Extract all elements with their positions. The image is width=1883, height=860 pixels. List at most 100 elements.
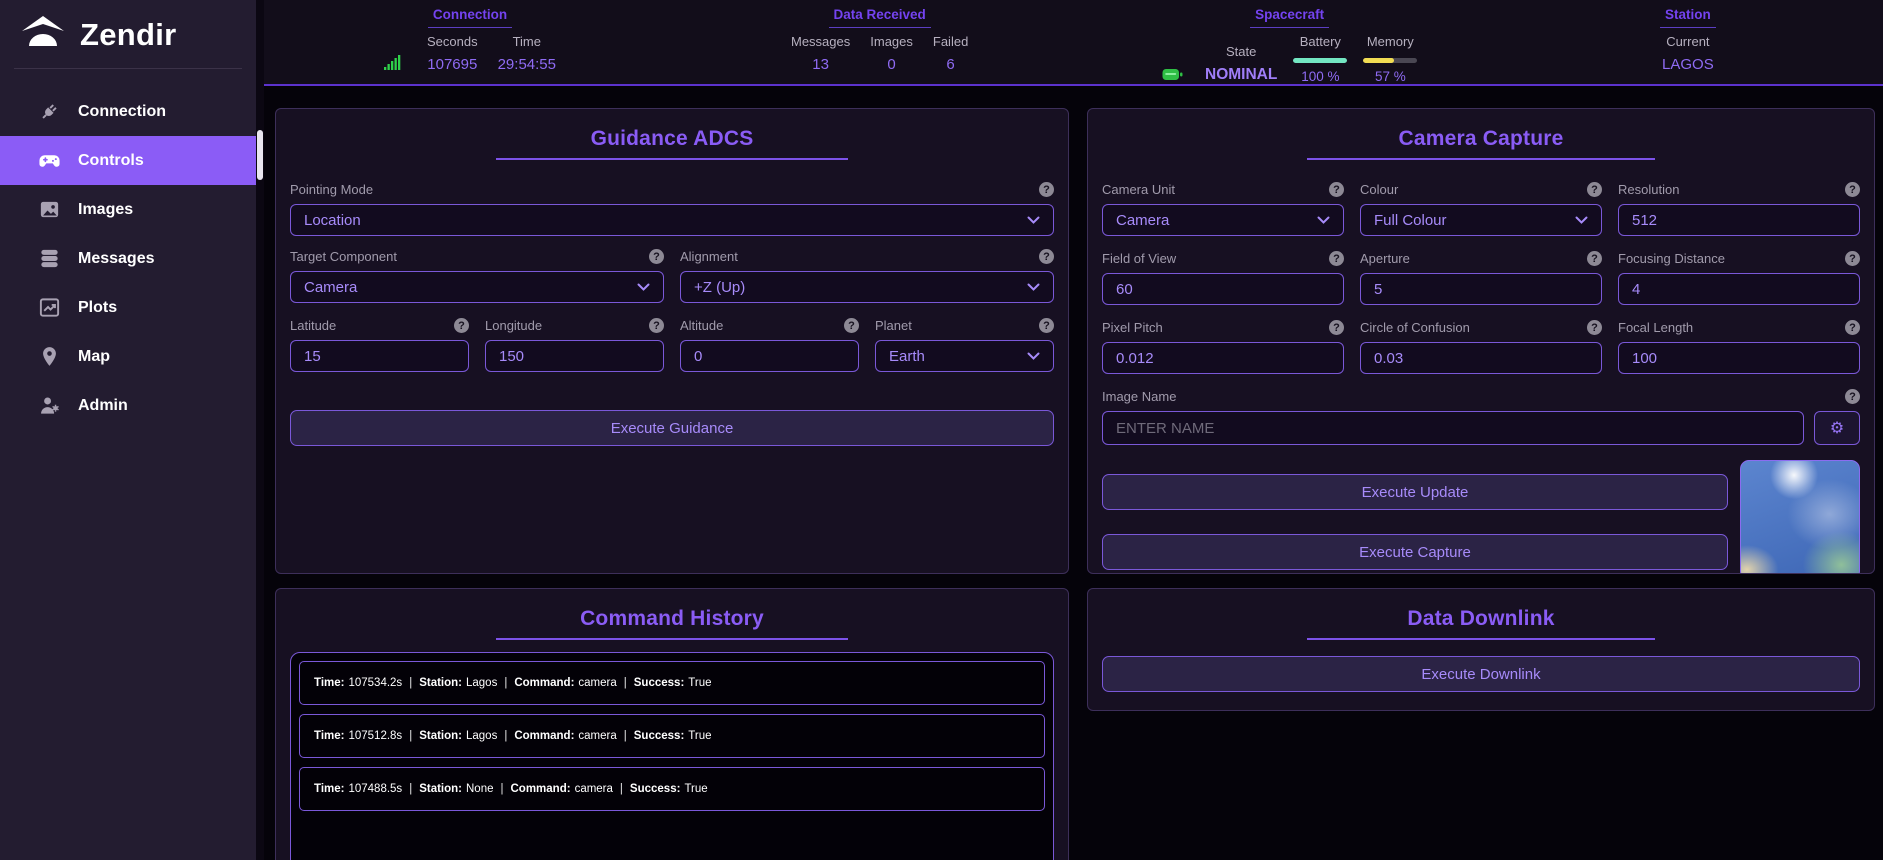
target-component-field: Target Component ? Camera	[290, 248, 664, 303]
help-icon[interactable]: ?	[1845, 251, 1860, 266]
help-icon[interactable]: ?	[1845, 389, 1860, 404]
scrollbar-thumb[interactable]	[257, 130, 263, 180]
sidebar-item-images[interactable]: Images	[0, 185, 256, 234]
execute-update-button[interactable]: Execute Update	[1102, 474, 1728, 510]
auto-name-button[interactable]: ⚙	[1814, 411, 1860, 445]
resolution-input[interactable]	[1618, 204, 1860, 236]
admin-user-icon	[38, 394, 61, 417]
help-icon[interactable]: ?	[1329, 182, 1344, 197]
data-downlink-title: Data Downlink	[1102, 607, 1860, 631]
help-icon[interactable]: ?	[649, 249, 664, 264]
sidebar-item-label: Connection	[78, 103, 166, 121]
sidebar-item-messages[interactable]: Messages	[0, 234, 256, 283]
help-icon[interactable]: ?	[1039, 318, 1054, 333]
camera-panel-title: Camera Capture	[1102, 127, 1860, 151]
execute-downlink-button[interactable]: Execute Downlink	[1102, 656, 1860, 692]
alignment-select[interactable]: +Z (Up)	[680, 271, 1054, 303]
latitude-field: Latitude ?	[290, 317, 469, 372]
chevron-down-icon	[1027, 216, 1040, 224]
planet-select[interactable]: Earth	[875, 340, 1054, 372]
field-of-view-input[interactable]	[1102, 273, 1344, 305]
scrollbar-track[interactable]	[256, 0, 264, 860]
longitude-input[interactable]	[485, 340, 664, 372]
altitude-input[interactable]	[680, 340, 859, 372]
chart-icon	[38, 296, 61, 319]
command-entry: Time:107534.2s | Station:Lagos | Command…	[299, 661, 1045, 705]
focal-length-input[interactable]	[1618, 342, 1860, 374]
camera-preview-image	[1740, 460, 1860, 574]
main-content: Guidance ADCS Pointing Mode ? Location T…	[264, 86, 1883, 860]
target-component-select[interactable]: Camera	[290, 271, 664, 303]
execute-guidance-button[interactable]: Execute Guidance	[290, 410, 1054, 446]
station-header: Station	[1660, 7, 1716, 28]
help-icon[interactable]: ?	[1587, 182, 1602, 197]
signal-icon	[384, 54, 401, 70]
sidebar-item-admin[interactable]: Admin	[0, 381, 256, 430]
database-icon	[38, 247, 61, 270]
help-icon[interactable]: ?	[1845, 182, 1860, 197]
help-icon[interactable]: ?	[454, 318, 469, 333]
data-received-header: Data Received	[829, 7, 931, 28]
help-icon[interactable]: ?	[649, 318, 664, 333]
command-entry: Time:107488.5s | Station:None | Command:…	[299, 767, 1045, 811]
help-icon[interactable]: ?	[1329, 251, 1344, 266]
stat-images: Images 0	[870, 34, 913, 73]
altitude-field: Altitude ?	[680, 317, 859, 372]
state-value: NOMINAL	[1205, 66, 1277, 84]
pointing-mode-select[interactable]: Location	[290, 204, 1054, 236]
image-icon	[38, 198, 61, 221]
battery-icon	[1162, 68, 1183, 81]
memory-progress-bar	[1363, 58, 1417, 63]
planet-field: Planet ? Earth	[875, 317, 1054, 372]
stat-failed: Failed 6	[933, 34, 968, 73]
aperture-input[interactable]	[1360, 273, 1602, 305]
pixel-pitch-input[interactable]	[1102, 342, 1344, 374]
colour-field: Colour ? Full Colour	[1360, 181, 1602, 236]
data-downlink-panel: Data Downlink Execute Downlink	[1087, 588, 1875, 711]
zendir-logo-icon	[20, 14, 66, 56]
station-status-group: Station Current LAGOS	[1660, 7, 1716, 73]
command-history-panel: Command History Time:107534.2s | Station…	[275, 588, 1069, 860]
help-icon[interactable]: ?	[844, 318, 859, 333]
chevron-down-icon	[637, 283, 650, 291]
camera-title-underline	[1307, 158, 1656, 160]
help-icon[interactable]: ?	[1039, 249, 1054, 264]
circle-of-confusion-input[interactable]	[1360, 342, 1602, 374]
help-icon[interactable]: ?	[1587, 320, 1602, 335]
camera-unit-select[interactable]: Camera	[1102, 204, 1344, 236]
guidance-title-underline	[496, 158, 847, 160]
stat-seconds: Seconds 107695	[427, 34, 478, 73]
help-icon[interactable]: ?	[1587, 251, 1602, 266]
sidebar-item-label: Map	[78, 348, 110, 366]
help-icon[interactable]: ?	[1845, 320, 1860, 335]
alignment-field: Alignment ? +Z (Up)	[680, 248, 1054, 303]
command-entry: Time:107512.8s | Station:Lagos | Command…	[299, 714, 1045, 758]
execute-capture-button[interactable]: Execute Capture	[1102, 534, 1728, 570]
map-pin-icon	[38, 345, 61, 368]
data-downlink-underline	[1307, 638, 1656, 640]
camera-unit-field: Camera Unit ? Camera	[1102, 181, 1344, 236]
focusing-distance-field: Focusing Distance ?	[1618, 250, 1860, 305]
colour-select[interactable]: Full Colour	[1360, 204, 1602, 236]
sidebar-item-controls[interactable]: Controls	[0, 136, 256, 185]
status-topbar: Connection Seconds 107695 Time 29:54:55	[264, 0, 1883, 86]
help-icon[interactable]: ?	[1329, 320, 1344, 335]
connection-header: Connection	[428, 7, 512, 28]
sidebar-divider	[14, 68, 242, 69]
field-of-view-field: Field of View ?	[1102, 250, 1344, 305]
latitude-input[interactable]	[290, 340, 469, 372]
help-icon[interactable]: ?	[1039, 182, 1054, 197]
spacecraft-status-group: Spacecraft State NOMINAL Battery 100 % M…	[1162, 7, 1417, 84]
stat-battery: Battery 100 %	[1293, 34, 1347, 84]
focusing-distance-input[interactable]	[1618, 273, 1860, 305]
stat-time: Time 29:54:55	[498, 34, 556, 73]
camera-capture-panel: Camera Capture Camera Unit ? Camera Colo…	[1087, 108, 1875, 574]
sidebar-item-connection[interactable]: Connection	[0, 87, 256, 136]
gear-icon: ⚙	[1830, 420, 1844, 436]
pointing-mode-field: Pointing Mode ? Location	[290, 181, 1054, 236]
sidebar-item-map[interactable]: Map	[0, 332, 256, 381]
sidebar-item-plots[interactable]: Plots	[0, 283, 256, 332]
image-name-input[interactable]	[1102, 411, 1804, 445]
aperture-field: Aperture ?	[1360, 250, 1602, 305]
stat-current-station: Current LAGOS	[1662, 34, 1714, 73]
